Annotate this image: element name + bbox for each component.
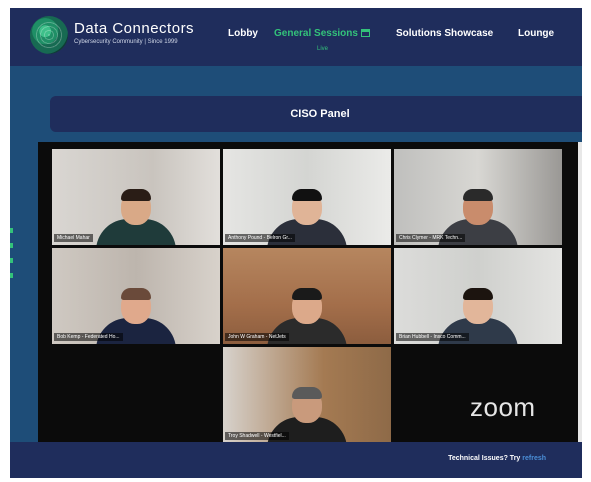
participant-name: Troy Shadwell - Westfiel... xyxy=(225,432,289,440)
video-tile-anthony[interactable]: Anthony Pound - Belron Gr... xyxy=(223,149,391,245)
conference-page: Data Connectors Cybersecurity Community … xyxy=(10,8,582,478)
participant-name: Brian Hubbell - Insco Comm... xyxy=(396,333,469,341)
participant-name: John W Graham - NetJets xyxy=(225,333,289,341)
nav-general-sessions[interactable]: General Sessions xyxy=(274,28,370,39)
refresh-link[interactable]: refresh xyxy=(522,455,546,462)
participant-video xyxy=(91,185,181,245)
video-tile-bob[interactable]: Bob Kemp - Federated Ho... xyxy=(52,248,220,344)
technical-issues-text: Technical Issues? Try refresh xyxy=(448,455,546,462)
video-tile-brian[interactable]: Brian Hubbell - Insco Comm... xyxy=(394,248,562,344)
right-edge-panel xyxy=(578,142,582,450)
nav-lounge-label: Lounge xyxy=(518,28,555,39)
zoom-watermark: zoom xyxy=(470,392,536,422)
session-title: CISO Panel xyxy=(290,108,350,120)
participant-name: Anthony Pound - Belron Gr... xyxy=(225,234,295,242)
top-header: Data Connectors Cybersecurity Community … xyxy=(10,8,582,66)
side-decoration xyxy=(10,228,14,298)
nav-lobby[interactable]: Lobby xyxy=(228,28,258,39)
participant-name: Bob Kemp - Federated Ho... xyxy=(54,333,123,341)
nav-lobby-label: Lobby xyxy=(228,28,258,39)
session-title-bar: CISO Panel xyxy=(50,96,582,132)
globe-logo-icon[interactable] xyxy=(30,16,68,54)
live-label: Live xyxy=(317,46,329,52)
zoom-video-grid[interactable]: Michael Mahar Anthony Pound - Belron Gr.… xyxy=(38,142,578,450)
video-tile-john-active-speaker[interactable]: John W Graham - NetJets xyxy=(223,248,391,344)
nav-solutions-showcase-label: Solutions Showcase xyxy=(396,28,494,39)
participant-name: Michael Mahar xyxy=(54,234,93,242)
footer-text: Technical Issues? Try xyxy=(448,455,523,462)
nav-general-sessions-label: General Sessions xyxy=(274,28,358,39)
participant-name: Chris Clymer - MRK Techn... xyxy=(396,234,466,242)
brand-subtitle: Cybersecurity Community | Since 1999 xyxy=(74,39,178,45)
video-tile-troy[interactable]: Troy Shadwell - Westfiel... xyxy=(223,347,391,443)
video-tile-michael[interactable]: Michael Mahar xyxy=(52,149,220,245)
nav-lounge[interactable]: Lounge xyxy=(518,28,554,39)
page-footer: Technical Issues? Try refresh xyxy=(10,442,582,478)
nav-solutions-showcase[interactable]: Solutions Showcase xyxy=(396,28,493,39)
brand-title: Data Connectors xyxy=(74,20,195,37)
calendar-icon xyxy=(360,29,370,37)
video-tile-chris[interactable]: Chris Clymer - MRK Techn... xyxy=(394,149,562,245)
